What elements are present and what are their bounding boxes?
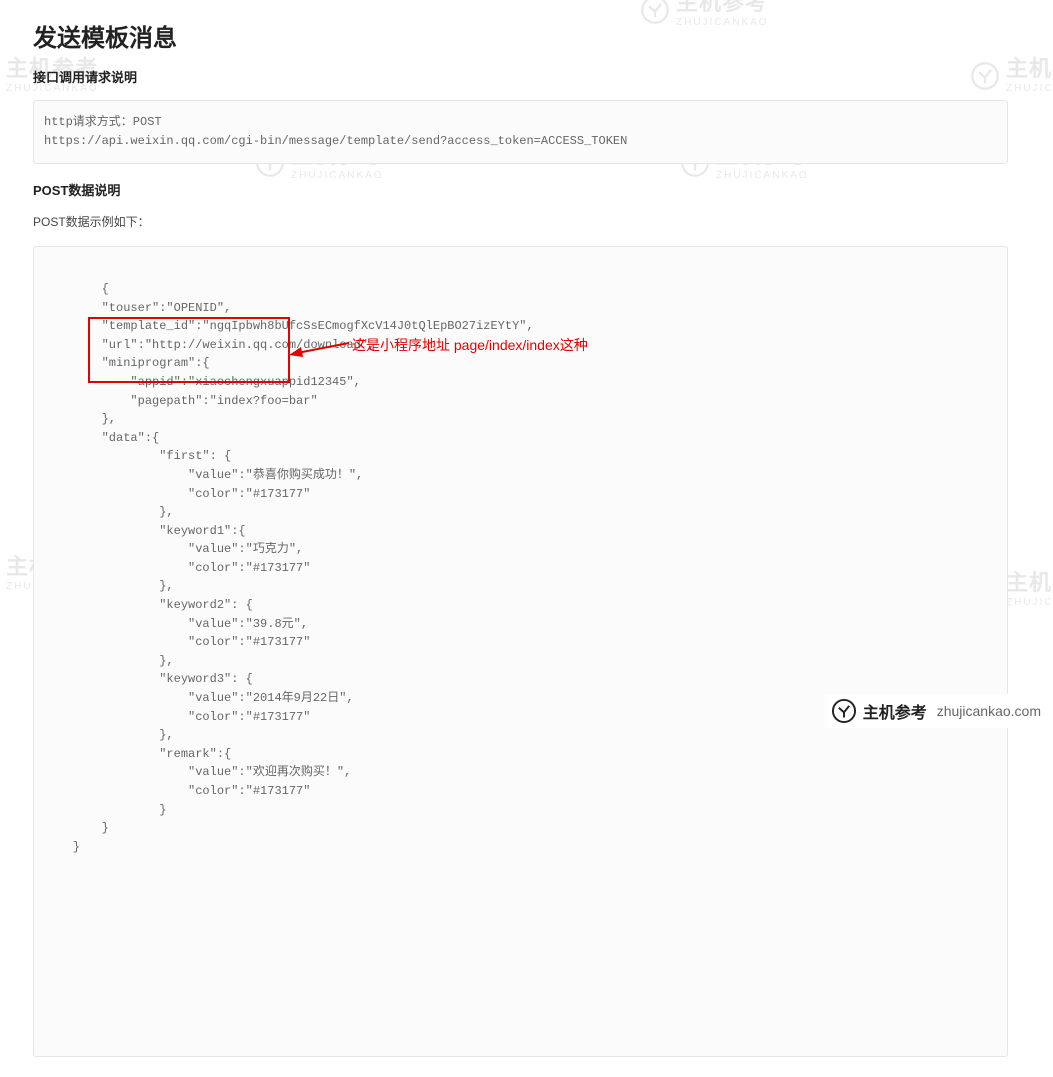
section-request-heading: 接口调用请求说明 [33,67,1020,86]
json-code-block: { "touser":"OPENID", "template_id":"ngqI… [33,246,1008,1057]
footer-brand-cn: 主机参考 [863,699,927,723]
footer-url: zhujicankao.com [937,703,1041,719]
request-code-block: http请求方式：POST https://api.weixin.qq.com/… [33,100,1008,164]
annotation-text: 这是小程序地址 page/index/index这种 [352,335,588,357]
footer-logo-icon [831,698,857,724]
page-title: 发送模板消息 [33,18,1020,53]
post-example-label: POST数据示例如下： [33,213,1020,230]
section-postdata-heading: POST数据说明 [33,180,1020,199]
footer-badge: 主机参考 zhujicankao.com [825,694,1047,728]
json-code-text: { "touser":"OPENID", "template_id":"ngqI… [44,282,534,854]
